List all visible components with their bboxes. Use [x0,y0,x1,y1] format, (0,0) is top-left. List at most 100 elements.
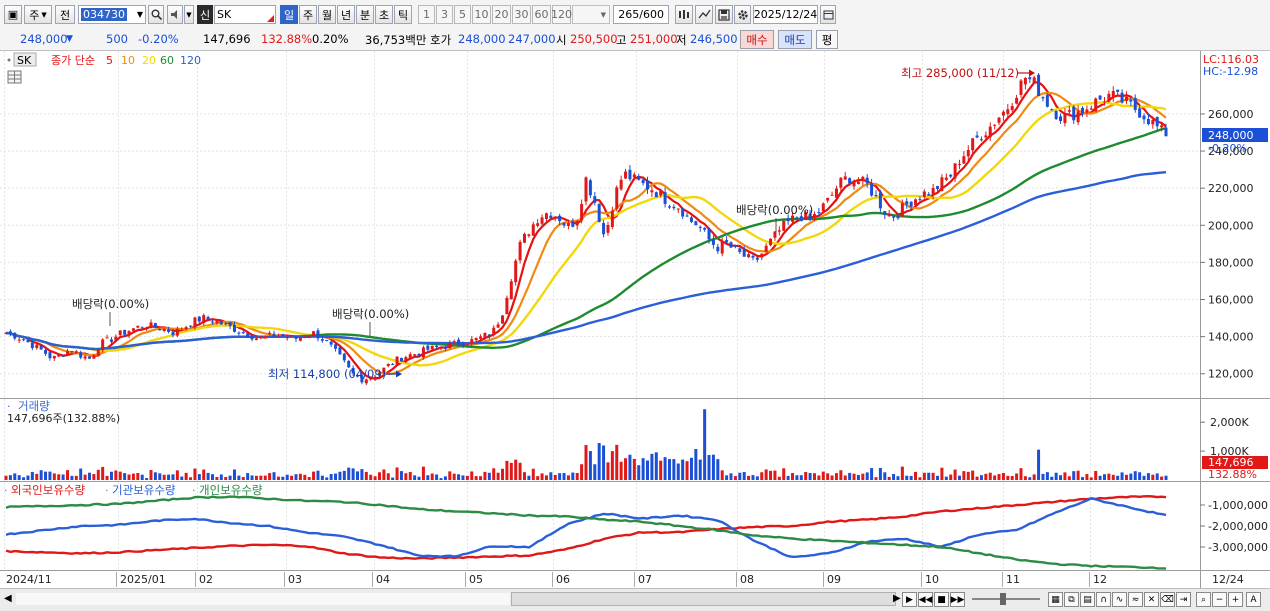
minute-tab[interactable]: 5 [454,5,471,24]
font-size-icon[interactable]: A [1246,592,1261,607]
eraser-icon[interactable]: ⌫ [1160,592,1175,607]
candle-body [852,181,856,187]
candle-body [35,344,39,348]
code-input[interactable]: 034730 ▼ [78,5,146,24]
minute-tab[interactable]: 20 [492,5,511,24]
candle-body [865,177,869,184]
volume-bar [799,475,803,480]
volume-bar [57,474,61,480]
volume-bar [4,475,8,480]
volume-bar [663,457,667,480]
gear-icon[interactable] [734,5,751,24]
play-icon[interactable]: ▶ [902,592,917,607]
volume-bar [254,475,258,480]
chart-area[interactable]: SK 종가 단순 5 10 20 60 120 최고 285,000 (11/1… [0,51,1270,588]
legend-dot-icon [7,58,11,62]
prev-button[interactable]: 전 [55,5,75,24]
calendar-icon[interactable] [820,5,836,24]
layout-icon[interactable]: ▦ [1048,592,1063,607]
search-icon[interactable] [148,5,164,24]
grid-icon[interactable]: ▤ [1080,592,1095,607]
chart-type-badge[interactable]: 신 [197,5,213,24]
candle-body [435,345,439,348]
candle-body [1107,93,1111,102]
avg-button[interactable]: 평 [816,30,838,49]
date-input[interactable]: 2025/12/24 [753,5,818,24]
line-tool-icon[interactable] [695,5,713,24]
candle-body [1001,111,1005,116]
speaker-menu-icon[interactable]: ▼ [184,5,194,24]
volume-bar [580,464,584,480]
scrollbar-thumb[interactable] [511,592,896,606]
volume-bar [553,474,557,480]
wave-icon[interactable]: ∿ [1112,592,1127,607]
scrollbar-track[interactable] [16,593,510,605]
candle-body [1076,111,1080,123]
candle-body [830,194,834,196]
candle-body [962,156,966,164]
count-dropdown[interactable]: ▼ [572,5,610,24]
volume-info: 147,696주(132.88%) [7,412,120,425]
fast-forward-icon[interactable]: ▶▶ [950,592,965,607]
minute-tab[interactable]: 30 [512,5,531,24]
period-tab[interactable]: 틱 [394,5,412,24]
minute-tab[interactable]: 3 [436,5,453,24]
volume-bar [276,476,280,480]
overlay-icon[interactable] [675,5,693,24]
volume-title: 거래량 [18,399,50,413]
magnet-icon[interactable]: ∩ [1096,592,1111,607]
period-tab[interactable]: 주 [299,5,317,24]
volume-bar [1107,473,1111,480]
chart-menu-icon[interactable]: ▣ [4,5,22,24]
market-select[interactable]: 주 ▼ [24,5,52,24]
candle-body [184,327,188,330]
zoom-out-icon[interactable]: − [1212,592,1227,607]
candle-body [562,222,566,226]
minute-tab[interactable]: 1 [418,5,435,24]
minute-tab[interactable]: 120 [551,5,572,24]
speaker-icon[interactable] [167,5,183,24]
period-tab[interactable]: 일 [280,5,298,24]
compare-icon[interactable]: ⧉ [1064,592,1079,607]
stop-icon[interactable]: ■ [934,592,949,607]
candle-body [1028,77,1032,80]
wave-alt-icon[interactable]: ≈ [1128,592,1143,607]
hc-indicator: HC:-12.98 [1203,65,1258,78]
zoom-icon[interactable]: ⌕ [1196,592,1211,607]
count-input[interactable]: 265/600 [613,5,669,24]
period-tab[interactable]: 월 [318,5,336,24]
volume-bar [861,473,865,480]
candle-body [329,341,333,345]
x-tick-label: 2025/01 [120,573,166,586]
sell-button[interactable]: 매도 [778,30,812,49]
candle-body [4,332,8,334]
open-label: 시 [556,33,567,47]
buy-button[interactable]: 매수 [740,30,774,49]
scroll-right-icon[interactable]: ▶ [893,593,901,604]
volume-bar [856,474,860,480]
rewind-icon[interactable]: ◀◀ [918,592,933,607]
volume-bar [338,471,342,480]
minute-tab[interactable]: 60 [532,5,551,24]
scroll-left-icon[interactable]: ◀ [4,593,12,604]
save-icon[interactable] [715,5,733,24]
zoom-slider-track[interactable] [972,598,1040,600]
candle-body [237,332,241,334]
cross-icon[interactable]: ✕ [1144,592,1159,607]
volume-bar [782,468,786,480]
low-annotation: 최저 114,800 (04/09) [268,367,386,381]
period-tab[interactable]: 초 [375,5,393,24]
export-icon[interactable]: ⇥ [1176,592,1191,607]
candle-body [615,187,619,209]
volume-bar [1028,477,1032,480]
chevron-down-icon[interactable]: ▼ [137,10,143,19]
minute-tab[interactable]: 10 [472,5,491,24]
volume-bar [536,476,540,480]
zoom-slider-handle[interactable] [1000,593,1006,605]
period-tab[interactable]: 분 [356,5,374,24]
candle-body [1059,116,1063,122]
stock-chart[interactable]: SK 종가 단순 5 10 20 60 120 최고 285,000 (11/1… [0,51,1270,588]
zoom-in-icon[interactable]: + [1228,592,1243,607]
volume-bar [386,473,390,480]
period-tab[interactable]: 년 [337,5,355,24]
